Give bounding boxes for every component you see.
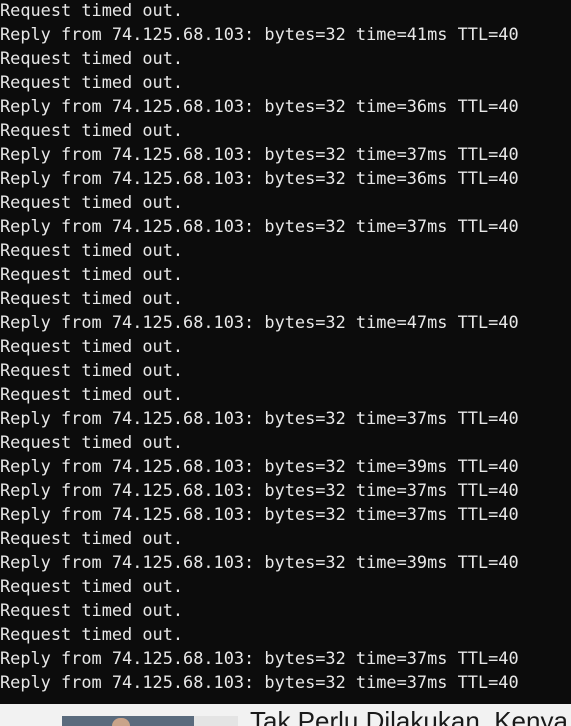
reply-line: Reply from 74.125.68.103: bytes=32 time=…: [0, 24, 519, 44]
reply-line: Reply from 74.125.68.103: bytes=32 time=…: [0, 648, 519, 668]
reply-line: Reply from 74.125.68.103: bytes=32 time=…: [0, 216, 519, 236]
reply-line: Reply from 74.125.68.103: bytes=32 time=…: [0, 168, 519, 188]
reply-line: Reply from 74.125.68.103: bytes=32 time=…: [0, 96, 519, 116]
terminal-window[interactable]: Request timed out. Reply from 74.125.68.1…: [0, 0, 571, 704]
reply-line: Reply from 74.125.68.103: bytes=32 time=…: [0, 504, 519, 524]
timeout-line: Request timed out.: [0, 432, 184, 452]
reply-line: Reply from 74.125.68.103: bytes=32 time=…: [0, 480, 519, 500]
timeout-line: Request timed out.: [0, 264, 184, 284]
timeout-line: Request timed out.: [0, 528, 184, 548]
timeout-line: Request timed out.: [0, 0, 184, 20]
reply-line: Reply from 74.125.68.103: bytes=32 time=…: [0, 144, 519, 164]
thumbnail-person: [112, 718, 130, 726]
reply-line: Reply from 74.125.68.103: bytes=32 time=…: [0, 552, 519, 572]
timeout-line: Request timed out.: [0, 240, 184, 260]
timeout-line: Request timed out.: [0, 600, 184, 620]
timeout-line: Request timed out.: [0, 288, 184, 308]
reply-line: Reply from 74.125.68.103: bytes=32 time=…: [0, 456, 519, 476]
timeout-line: Request timed out.: [0, 576, 184, 596]
article-thumbnail[interactable]: [62, 716, 194, 726]
thumbnail-margin: [194, 716, 238, 726]
reply-line: Reply from 74.125.68.103: bytes=32 time=…: [0, 672, 519, 692]
ping-output: Request timed out. Reply from 74.125.68.1…: [0, 0, 519, 694]
timeout-line: Request timed out.: [0, 360, 184, 380]
timeout-line: Request timed out.: [0, 384, 184, 404]
timeout-line: Request timed out.: [0, 120, 184, 140]
timeout-line: Request timed out.: [0, 336, 184, 356]
timeout-line: Request timed out.: [0, 72, 184, 92]
timeout-line: Request timed out.: [0, 624, 184, 644]
reply-line: Reply from 74.125.68.103: bytes=32 time=…: [0, 408, 519, 428]
reply-line: Reply from 74.125.68.103: bytes=32 time=…: [0, 312, 519, 332]
timeout-line: Request timed out.: [0, 48, 184, 68]
timeout-line: Request timed out.: [0, 192, 184, 212]
background-webpage: Tak Perlu Dilakukan, Kenya: [0, 704, 571, 726]
article-headline[interactable]: Tak Perlu Dilakukan, Kenya: [250, 706, 568, 726]
